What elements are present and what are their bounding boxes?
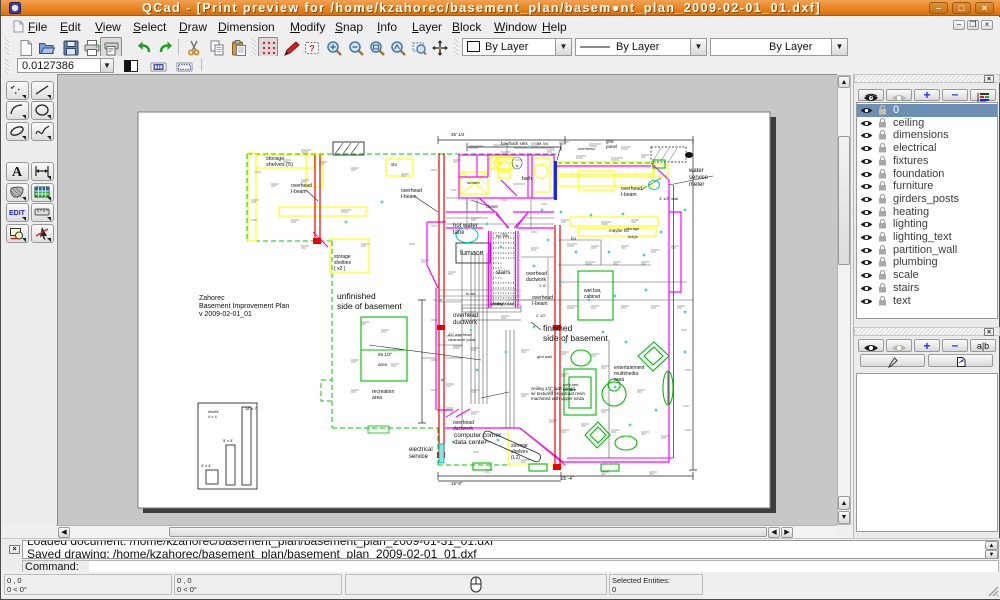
svg-text:4' 1/2" wall: 4' 1/2" wall	[659, 196, 678, 201]
svg-text:bath: bath	[522, 176, 532, 182]
svg-text:I-beam: I-beam	[532, 301, 548, 307]
svg-text:hot water: hot water	[453, 223, 478, 229]
svg-text:v 2009-02-01_01: v 2009-02-01_01	[199, 311, 252, 318]
svg-text:shelves (5): shelves (5)	[266, 162, 293, 168]
svg-text:ductwork: ductwork	[526, 277, 547, 283]
svg-text:closet: closet	[486, 204, 499, 209]
svg-text:cabinet: cabinet	[584, 294, 601, 300]
svg-text:A: A	[12, 165, 23, 180]
svg-text:electrical: electrical	[409, 447, 433, 453]
svg-text:stairs: stairs	[496, 270, 510, 276]
svg-text:side of basement: side of basement	[337, 301, 402, 311]
svg-text:bay/bath sets: bay/bath sets	[501, 141, 529, 146]
svg-text:EDIT: EDIT	[9, 210, 26, 217]
svg-text:meter: meter	[689, 182, 704, 188]
svg-text:computer corner: computer corner	[454, 432, 502, 439]
svg-text:44 3/4: 44 3/4	[537, 141, 549, 146]
svg-text:shower: shower	[467, 180, 481, 185]
svg-text:water: water	[688, 168, 704, 174]
svg-text:Basement Improvement Plan: Basement Improvement Plan	[199, 303, 289, 310]
svg-text:overhead: overhead	[453, 313, 478, 319]
svg-text:?: ?	[309, 44, 315, 54]
svg-text:35'-4": 35'-4"	[561, 476, 574, 482]
svg-text:top stair: top stair	[496, 234, 510, 238]
svg-text:4 x 4: 4 x 4	[208, 414, 217, 419]
svg-text:area: area	[378, 362, 388, 367]
svg-text:finished: finished	[543, 323, 573, 333]
svg-text:overhead: overhead	[578, 146, 595, 151]
svg-text:furnace: furnace	[460, 250, 483, 257]
svg-text:4' x 4': 4' x 4'	[201, 463, 211, 468]
svg-text:storage: storage	[626, 226, 640, 231]
svg-text:(L2): (L2)	[511, 455, 520, 461]
svg-text:2' 10": 2' 10"	[536, 313, 547, 318]
svg-text:full size: full size	[563, 387, 577, 392]
svg-text:clearance point: clearance point	[448, 337, 476, 342]
svg-text:service: service	[689, 175, 709, 181]
svg-text:Zahorec: Zahorec	[199, 295, 225, 302]
svg-text:I-beam: I-beam	[401, 194, 417, 200]
svg-text:1' 6": 1' 6"	[539, 283, 547, 288]
svg-text:ductwork: ductwork	[453, 320, 478, 326]
svg-text:( x2 ): ( x2 )	[334, 266, 346, 272]
svg-text:5' x 4': 5' x 4'	[223, 438, 233, 443]
svg-text:machined with upper torda: machined with upper torda	[531, 396, 585, 401]
svg-text:sto: sto	[391, 162, 398, 167]
svg-text:side of basement: side of basement	[543, 333, 608, 343]
svg-text:bottom stair: bottom stair	[494, 302, 515, 306]
svg-text:I-beam: I-beam	[621, 192, 637, 198]
svg-text:area: area	[614, 377, 624, 383]
svg-text:data center: data center	[454, 439, 487, 446]
svg-text:ledge: ledge	[628, 234, 639, 239]
svg-text:panel: panel	[606, 144, 617, 149]
svg-text:service: service	[409, 454, 429, 460]
svg-text:65 1/2": 65 1/2"	[378, 352, 393, 357]
svg-text:35' 1/2: 35' 1/2	[451, 132, 465, 137]
svg-text:area: area	[372, 395, 382, 401]
svg-text:grid wall: grid wall	[537, 354, 552, 359]
svg-text:15'-8": 15'-8"	[451, 481, 463, 486]
svg-text:18' x 7': 18' x 7'	[245, 406, 258, 411]
svg-text:fu wo: fu wo	[466, 291, 476, 296]
svg-text:I-beam: I-beam	[291, 189, 307, 195]
svg-text:ho: ho	[571, 236, 577, 241]
svg-text:tank: tank	[453, 230, 465, 236]
svg-text:unfinished: unfinished	[337, 291, 376, 301]
